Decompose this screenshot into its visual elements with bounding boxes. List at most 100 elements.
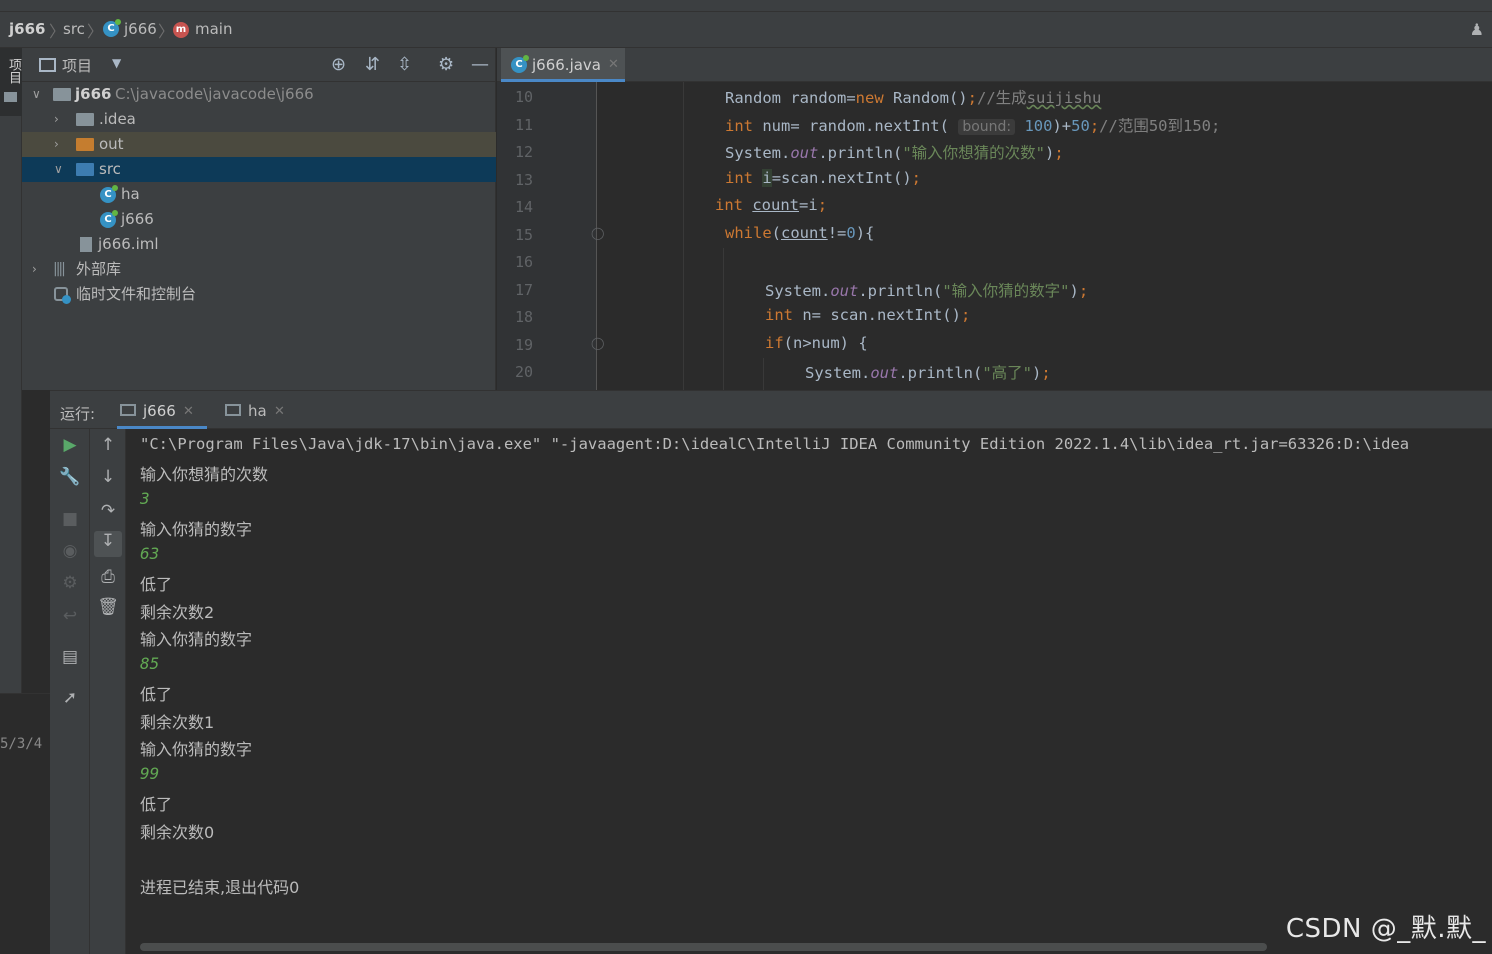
line-number: 15 [514,226,533,244]
tree-root-label: j666 [75,85,112,103]
close-icon[interactable]: ✕ [183,404,194,419]
close-icon[interactable]: ✕ [608,57,619,72]
camera-icon[interactable]: ◉ [58,541,82,561]
line-number: 20 [514,363,533,381]
console-output-line: 剩余次数2 [140,603,215,622]
print-icon[interactable]: ⎙ [96,567,120,587]
fold-marker-icon[interactable]: ◯ [591,336,604,350]
code-line-19[interactable]: if(n>num) { [765,334,868,352]
tree-item-src[interactable]: ∨ src [22,157,496,182]
code-line-11[interactable]: int num= random.nextInt( bound: 100)+50;… [725,114,1220,136]
code-line-12[interactable]: System.out.println("输入你想猜的次数"); [725,141,1064,163]
chevron-down-icon[interactable]: ▼ [112,56,121,70]
tree-item-root[interactable]: ∨ j666 C:\javacode\javacode\j666 [22,82,496,107]
tree-item-idea[interactable]: › .idea [22,107,496,132]
tree-item-external-libs[interactable]: › |||| 外部库 [22,257,496,282]
breadcrumb-class[interactable]: j666 [124,20,157,38]
console-output-line: 输入你猜的数字 [140,630,253,649]
class-icon: C [100,210,118,228]
tree-item-out[interactable]: › out [22,132,496,157]
tree-item-ha[interactable]: C ha [22,182,496,207]
scroll-to-end-icon[interactable]: ↧ [94,531,122,557]
tree-root-path: C:\javacode\javacode\j666 [115,85,314,103]
arrow-up-icon[interactable]: ↑ [96,435,120,455]
code-line-17[interactable]: System.out.println("输入你猜的数字"); [765,279,1088,301]
breadcrumb-project[interactable]: j666 [9,20,45,38]
indent-guide [763,358,764,390]
collapse-all-icon[interactable]: ⇳ [397,54,412,75]
code-line-10[interactable]: Random random=new Random();//生成suijishu [725,86,1101,108]
console-output-line: 低了 [140,795,173,814]
breadcrumb-separator: 〉 [158,22,175,41]
tree-item-label: .idea [99,110,136,128]
code-line-14[interactable]: int count=i; [715,196,827,214]
editor-tab-j666[interactable]: C j666.java ✕ [501,48,625,82]
run-tab-j666[interactable]: j666 ✕ [117,391,207,429]
line-number: 11 [514,116,533,134]
console-output-line: 剩余次数0 [140,823,215,842]
breadcrumb-method[interactable]: main [195,20,232,38]
wrench-icon[interactable]: 🔧 [58,467,82,487]
console-icon [120,404,136,416]
console-output-line: 输入你想猜的次数 [140,465,269,484]
gear-icon[interactable]: ⚙ [438,54,454,75]
chevron-right-icon[interactable]: › [32,257,37,282]
minimize-icon[interactable]: — [471,54,489,75]
run-tab-label: ha [248,402,267,420]
console-input-line: 3 [140,489,150,508]
method-icon: m [173,22,189,38]
line-gutter: 10 11 12 13 14 15 16 17 18 19 20 ◯ ◯ [497,82,604,390]
left-tool-stripe [0,48,22,693]
console-command[interactable]: "C:\Program Files\Java\jdk-17\bin\java.e… [140,435,1409,453]
code-editor: C j666.java ✕ 10 11 12 13 14 15 16 17 18… [497,48,1492,390]
locate-icon[interactable]: ⊕ [331,54,346,75]
breadcrumb-src[interactable]: src [63,20,85,38]
project-tool-tab[interactable]: 项目 [0,48,22,116]
chevron-right-icon[interactable]: › [54,132,59,157]
line-number: 12 [514,143,533,161]
pin-icon[interactable]: ➚ [58,688,82,708]
stop-icon[interactable]: ■ [58,509,82,529]
menu-bar [0,0,1492,12]
code-line-20[interactable]: System.out.println("高了"); [805,361,1051,383]
chevron-down-icon[interactable]: ∨ [54,157,63,182]
param-hint: bound: [958,119,1016,135]
tree-item-scratches[interactable]: 临时文件和控制台 [22,282,496,307]
tree-item-label: 临时文件和控制台 [76,285,197,303]
code-line-13[interactable]: int i=scan.nextInt(); [725,169,921,187]
tree-item-j666[interactable]: C j666 [22,207,496,232]
settings-icon[interactable]: ⚙ [58,573,82,593]
chevron-down-icon[interactable]: ∨ [32,82,41,107]
line-number: 19 [514,336,533,354]
trash-icon[interactable]: 🗑 [96,597,120,617]
console-output-line: 输入你猜的数字 [140,740,253,759]
rerun-icon[interactable]: ▶ [58,435,82,455]
chevron-right-icon[interactable]: › [54,107,59,132]
soft-wrap-icon[interactable]: ↷ [96,501,120,521]
expand-all-icon[interactable]: ⇵ [365,54,380,75]
tree-item-iml[interactable]: j666.iml [22,232,496,257]
run-tab-ha[interactable]: ha ✕ [222,391,292,429]
code-line-18[interactable]: int n= scan.nextInt(); [765,306,970,324]
line-number: 13 [514,171,533,189]
console-output-line: 输入你猜的数字 [140,520,253,539]
fold-marker-icon[interactable]: ◯ [591,226,604,240]
code-line-15[interactable]: while(count!=0){ [725,224,874,242]
exit-icon[interactable]: ↩ [58,606,82,626]
close-icon[interactable]: ✕ [274,404,285,419]
project-tool-tab-label: 项目 [6,58,21,84]
project-panel-title[interactable]: 项目 [62,55,92,76]
iml-file-icon [80,237,92,252]
line-number: 14 [514,198,533,216]
layout-icon[interactable]: ▤ [58,647,82,667]
run-panel: 运行: j666 ✕ ha ✕ ▶ 🔧 ■ ◉ ⚙ ↩ ▤ ➚ ↑ ↓ ↷ ↧ … [50,390,1492,954]
console-input-line: 63 [140,544,160,563]
project-view-icon [39,58,56,72]
console-output-line: 低了 [140,685,173,704]
tree-item-label: out [99,135,124,153]
indent-guide [723,248,724,390]
arrow-down-icon[interactable]: ↓ [96,467,120,487]
horizontal-scrollbar[interactable] [140,943,1267,951]
run-label: 运行: [60,405,96,423]
user-icon[interactable]: ♟ [1470,20,1484,39]
